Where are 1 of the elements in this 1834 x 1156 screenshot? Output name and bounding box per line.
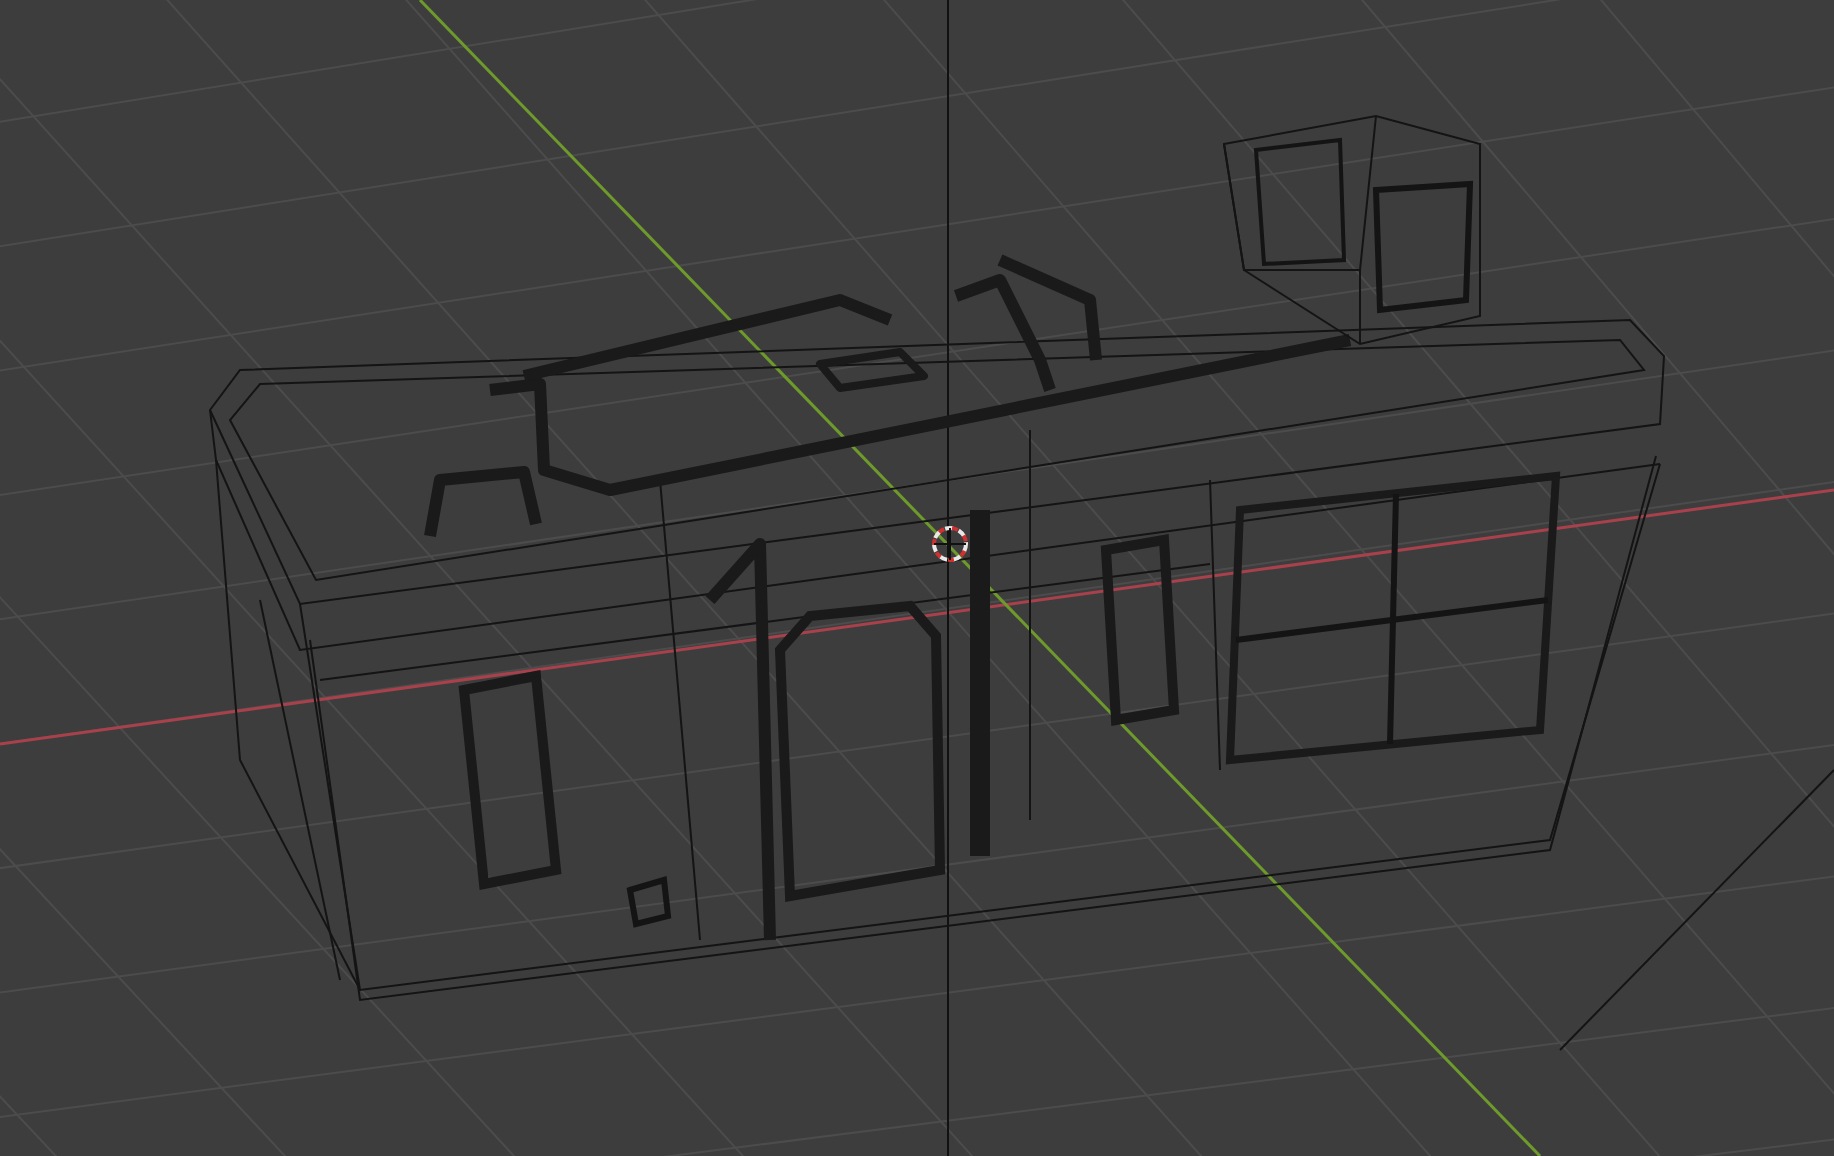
3d-cursor-icon[interactable] — [932, 526, 968, 562]
